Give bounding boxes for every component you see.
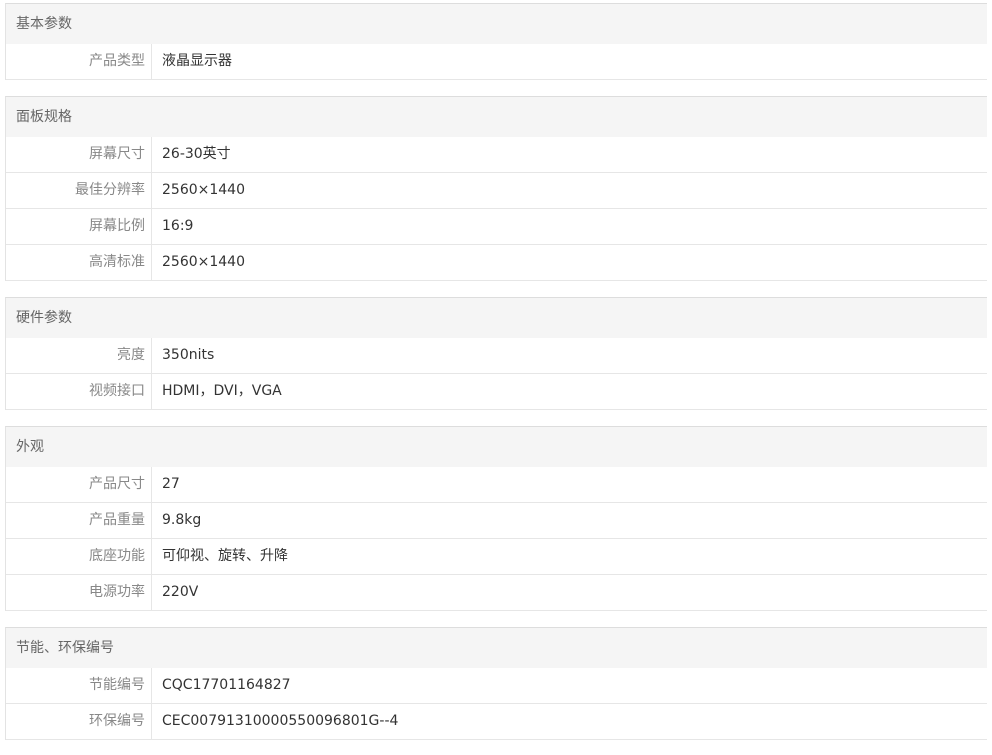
spec-value: 9.8kg	[162, 512, 202, 528]
spec-row: 环保编号 CEC00791310000550096801G--4	[6, 704, 987, 740]
spec-group-title: 基本参数	[6, 4, 987, 44]
spec-group: 硬件参数 亮度 350nits 视频接口 HDMI，DVI，VGA	[5, 297, 987, 410]
spec-value: 16:9	[162, 218, 194, 234]
spec-value: 可仰视、旋转、升降	[162, 548, 288, 564]
spec-label: 节能编号	[6, 668, 152, 703]
spec-row: 高清标准 2560×1440	[6, 245, 987, 281]
spec-row: 产品重量 9.8kg	[6, 503, 987, 539]
spec-row: 视频接口 HDMI，DVI，VGA	[6, 374, 987, 410]
spec-value: 液晶显示器	[162, 53, 232, 69]
spec-group-title: 节能、环保编号	[6, 628, 987, 668]
spec-label: 高清标准	[6, 245, 152, 280]
spec-row: 节能编号 CQC17701164827	[6, 668, 987, 704]
spec-row: 产品类型 液晶显示器	[6, 44, 987, 80]
spec-value: CQC17701164827	[162, 677, 291, 693]
spec-value: 26-30英寸	[162, 146, 231, 162]
spec-group: 面板规格 屏幕尺寸 26-30英寸 最佳分辨率 2560×1440 屏幕比例 16:9 高清标…	[5, 96, 987, 281]
spec-value: 27	[162, 476, 180, 492]
spec-value: CEC00791310000550096801G--4	[162, 713, 399, 729]
spec-row: 屏幕尺寸 26-30英寸	[6, 137, 987, 173]
spec-row: 产品尺寸 27	[6, 467, 987, 503]
spec-label: 产品重量	[6, 503, 152, 538]
spec-row: 最佳分辨率 2560×1440	[6, 173, 987, 209]
spec-label: 环保编号	[6, 704, 152, 739]
spec-value: 2560×1440	[162, 182, 245, 198]
spec-group-title: 外观	[6, 427, 987, 467]
spec-group: 节能、环保编号 节能编号 CQC17701164827 环保编号 CEC00791310…	[5, 627, 987, 740]
spec-label: 亮度	[6, 338, 152, 373]
spec-label: 产品类型	[6, 44, 152, 79]
spec-group-title: 面板规格	[6, 97, 987, 137]
spec-label: 电源功率	[6, 575, 152, 610]
spec-label: 屏幕尺寸	[6, 137, 152, 172]
spec-label: 底座功能	[6, 539, 152, 574]
spec-row: 亮度 350nits	[6, 338, 987, 374]
spec-label: 最佳分辨率	[6, 173, 152, 208]
spec-row: 底座功能 可仰视、旋转、升降	[6, 539, 987, 575]
spec-row: 电源功率 220V	[6, 575, 987, 611]
spec-label: 视频接口	[6, 374, 152, 409]
spec-group-title: 硬件参数	[6, 298, 987, 338]
spec-table: 基本参数 产品类型 液晶显示器面板规格 屏幕尺寸 26-30英寸 最佳分辨率 2560×14…	[5, 3, 987, 740]
spec-label: 产品尺寸	[6, 467, 152, 502]
spec-value: 2560×1440	[162, 254, 245, 270]
spec-label: 屏幕比例	[6, 209, 152, 244]
spec-value: HDMI，DVI，VGA	[162, 383, 282, 399]
spec-value: 350nits	[162, 347, 215, 363]
spec-value: 220V	[162, 584, 199, 600]
spec-row: 屏幕比例 16:9	[6, 209, 987, 245]
spec-group: 外观 产品尺寸 27 产品重量 9.8kg 底座功能 可仰视、旋转、升降 电源功率 220V	[5, 426, 987, 611]
spec-group: 基本参数 产品类型 液晶显示器	[5, 3, 987, 80]
